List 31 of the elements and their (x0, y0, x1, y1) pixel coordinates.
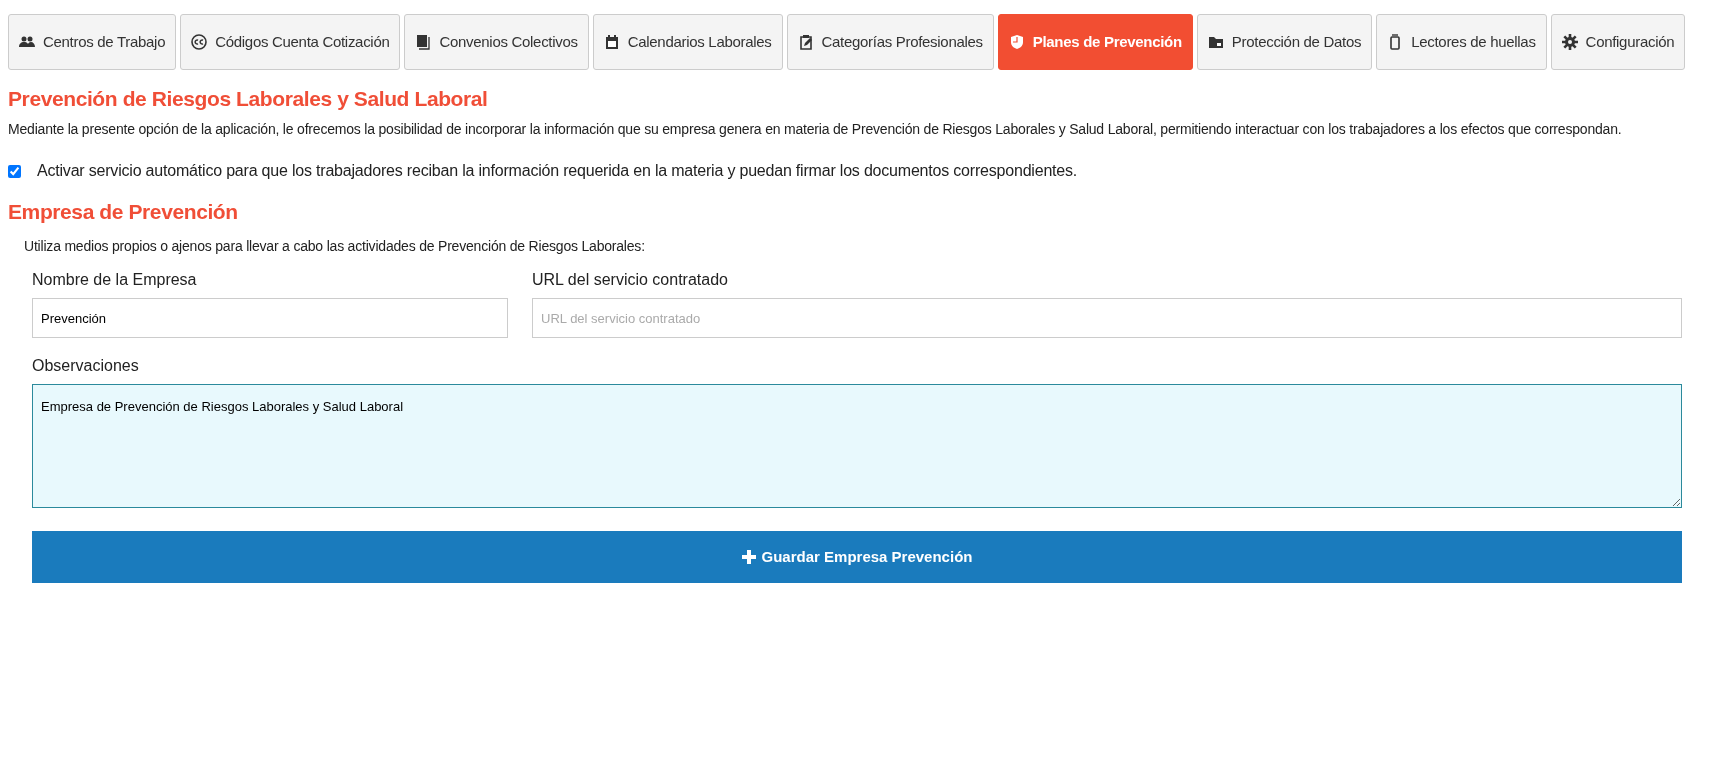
url-field[interactable]: URL del servicio contratado (532, 298, 1682, 339)
folder-lock-icon (1207, 34, 1224, 50)
field-label: Observaciones (32, 356, 140, 377)
tab[interactable]: Categorías Profesionales (786, 14, 994, 70)
auto-service-checkbox[interactable] (8, 164, 21, 178)
auto-service-label: Activar servicio automático para que los trabajadores reciban la información requerida en la materia y puedan firmar los documentos correspondientes. (37, 161, 1078, 182)
tab[interactable]: Centros de Trabajo (8, 14, 177, 70)
tab[interactable]: Protección de Datos (1196, 14, 1373, 70)
plus-icon (741, 550, 756, 565)
section-heading: Prevención de Riesgos Laborales y Salud Laboral (8, 86, 489, 112)
book-icon (415, 34, 432, 50)
clipboard-edit-icon (797, 34, 814, 50)
save-button[interactable]: Guardar Empresa Prevención (32, 531, 1682, 584)
company-name-field[interactable]: Prevención (32, 298, 508, 339)
description-text: Mediante la presente opción de la aplicación, le ofrecemos la posibilidad de incorporar la información que su empresa genera en materia de Prevención de Riesgos Laborales y Salud Laboral, permitiendo interactuar con los trabajadores a los efectos que correspondan. (8, 120, 1623, 140)
tab[interactable]: Códigos Cuenta Cotización (180, 14, 401, 70)
people-icon (19, 34, 35, 50)
cc-icon (191, 34, 208, 50)
observations-field[interactable]: Empresa de Prevención de Riesgos Laborales y Salud Laboral (32, 384, 1682, 509)
gear-icon (1561, 34, 1578, 50)
tab[interactable]: Convenios Colectivos (404, 14, 589, 70)
field-label: URL del servicio contratado (532, 270, 729, 291)
tab[interactable]: Calendarios Laborales (592, 14, 783, 70)
shield-icon (1008, 34, 1025, 50)
section-text: Utiliza medios propios o ajenos para llevar a cabo las actividades de Prevención de Riesgos Laborales: (24, 237, 646, 257)
tab[interactable]: Lectores de huellas (1376, 14, 1547, 70)
field-label: Nombre de la Empresa (32, 270, 198, 291)
calendar-icon (603, 34, 620, 50)
tab[interactable]: Configuración (1550, 14, 1686, 70)
section-heading: Empresa de Prevención (8, 199, 239, 225)
tab[interactable]: Planes de Prevención (997, 14, 1193, 70)
